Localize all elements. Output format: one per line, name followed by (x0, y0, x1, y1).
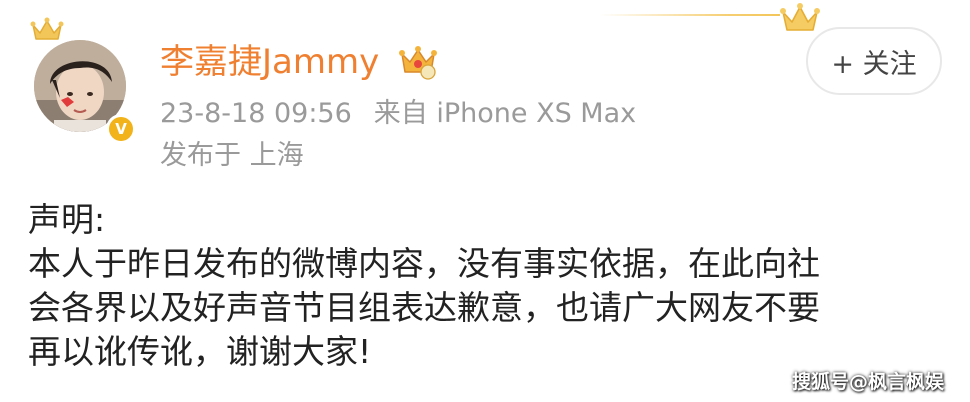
post-body-line: 本人于昨日发布的微博内容，没有事实依据，在此向社 (28, 244, 820, 283)
post-meta: 23-8-18 09:56 来自 iPhone XS Max (160, 96, 636, 132)
watermark: 搜狐号@枫言枫娱 (792, 371, 945, 393)
post-source[interactable]: 来自 iPhone XS Max (374, 98, 636, 129)
avatar-container[interactable]: V (28, 30, 136, 144)
gold-crown-icon (780, 3, 820, 31)
username[interactable]: 李嘉捷Jammy (160, 40, 379, 84)
follow-button[interactable]: + 关注 (806, 27, 942, 95)
post-location: 发布于 上海 (160, 140, 304, 171)
verified-badge: V (106, 114, 136, 144)
post-body-line: 再以讹传讹，谢谢大家! (28, 332, 372, 371)
verified-v-icon: V (109, 117, 133, 141)
weibo-post-card: V 李嘉捷Jammy 23-8-18 09:56 来自 iPhone XS Max… (0, 0, 970, 402)
gold-decoration-line (600, 14, 780, 16)
post-timestamp: 23-8-18 09:56 (160, 98, 352, 129)
post-body: 声明: 本人于昨日发布的微博内容，没有事实依据，在此向社 会各界以及好声音节目组… (28, 198, 948, 374)
vip-crown-icon (399, 46, 437, 80)
post-body-line: 声明: (28, 200, 106, 239)
post-body-line: 会各界以及好声音节目组表达歉意，也请广大网友不要 (28, 288, 820, 327)
